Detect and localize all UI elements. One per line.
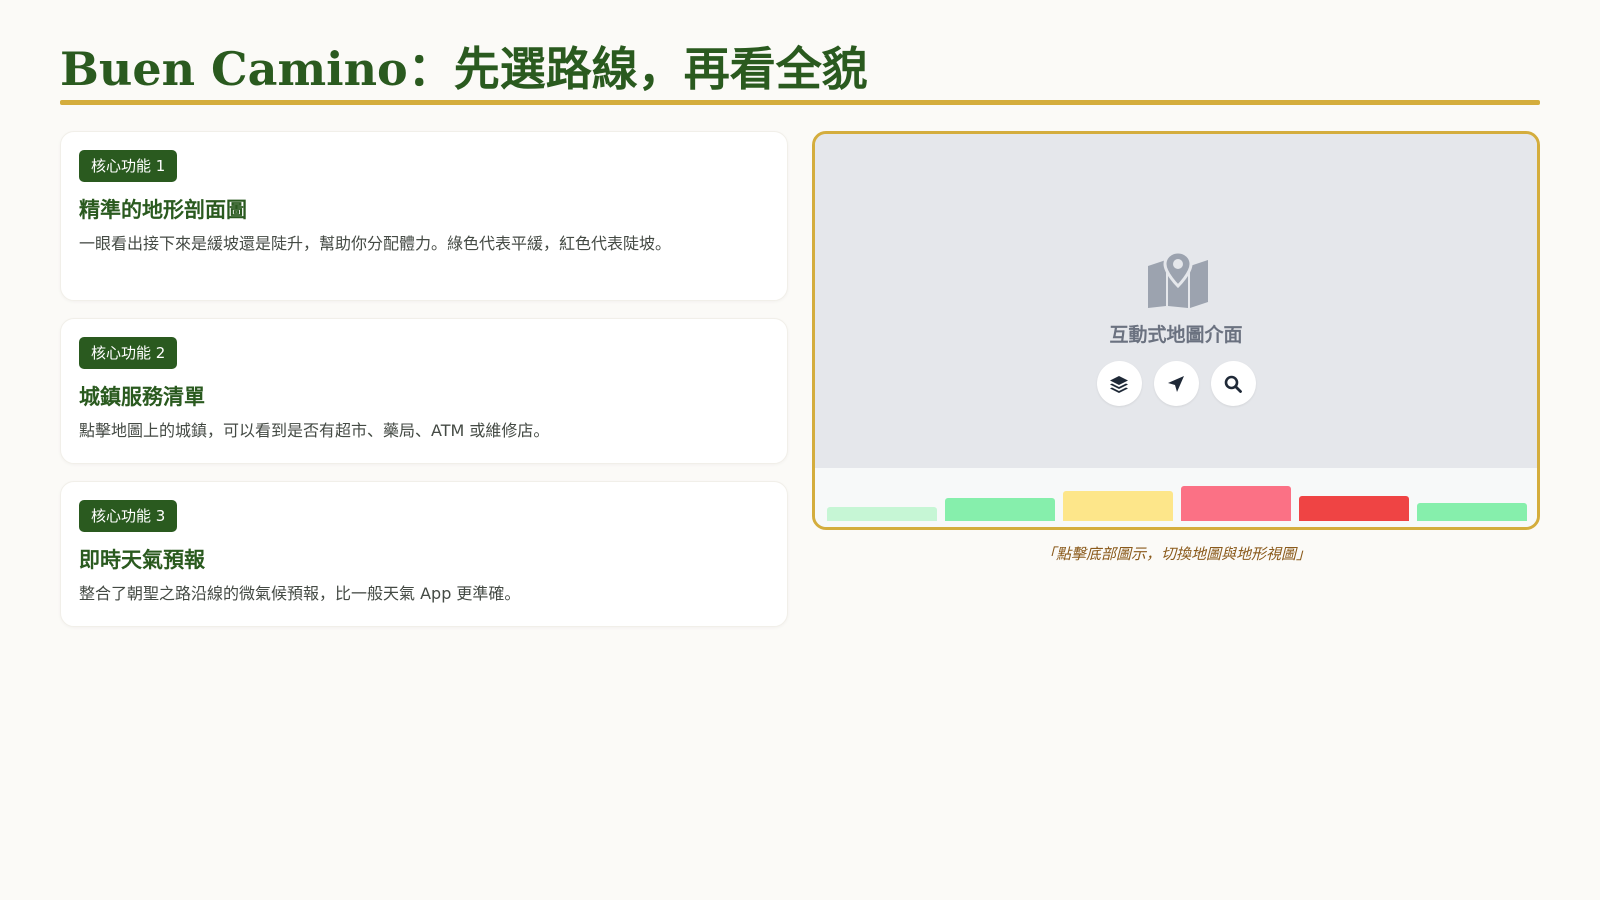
elevation-segment <box>1417 503 1527 521</box>
feature-description: 整合了朝聖之路沿線的微氣候預報，比一般天氣 App 更準確。 <box>79 584 521 603</box>
feature-badge: 核心功能 1 <box>79 150 178 182</box>
search-icon <box>1224 375 1242 393</box>
feature-description: 點擊地圖上的城鎮，可以看到是否有超市、藥局、ATM 或維修店。 <box>79 421 550 440</box>
layers-button[interactable] <box>1096 361 1142 406</box>
elevation-segment <box>1181 486 1291 521</box>
layers-icon <box>1110 375 1128 393</box>
feature-card: 核心功能 2 城鎮服務清單 點擊地圖上的城鎮，可以看到是否有超市、藥局、ATM … <box>60 318 788 464</box>
feature-title: 即時天氣預報 <box>79 548 205 572</box>
elevation-segment <box>827 507 937 521</box>
search-button[interactable] <box>1210 361 1256 406</box>
feature-badge: 核心功能 3 <box>79 500 178 532</box>
page: Buen Camino：先選路線，再看全貌 核心功能 1 精準的地形剖面圖 一眼… <box>60 40 1540 627</box>
map-label: 互動式地圖介面 <box>1109 324 1243 346</box>
elevation-profile-strip[interactable] <box>815 468 1537 527</box>
map-controls <box>815 361 1537 406</box>
feature-title: 精準的地形剖面圖 <box>79 198 247 222</box>
map-caption: 「點擊底部圖示，切換地圖與地形視圖」 <box>1040 545 1311 563</box>
locate-button[interactable] <box>1153 361 1199 406</box>
page-title: Buen Camino：先選路線，再看全貌 <box>60 42 868 96</box>
elevation-segment <box>1299 496 1409 521</box>
feature-description: 一眼看出接下來是緩坡還是陡升，幫助你分配體力。綠色代表平緩，紅色代表陡坡。 <box>79 234 672 253</box>
feature-list: 核心功能 1 精準的地形剖面圖 一眼看出接下來是緩坡還是陡升，幫助你分配體力。綠… <box>60 131 788 644</box>
map-area[interactable]: 互動式地圖介面 <box>815 134 1537 468</box>
feature-title: 城鎮服務清單 <box>79 385 205 409</box>
feature-card: 核心功能 1 精準的地形剖面圖 一眼看出接下來是緩坡還是陡升，幫助你分配體力。綠… <box>60 131 788 301</box>
elevation-segment <box>945 498 1055 521</box>
map-location-icon <box>1148 252 1208 308</box>
title-divider <box>60 100 1540 105</box>
elevation-segment <box>1063 491 1173 521</box>
feature-badge: 核心功能 2 <box>79 337 178 369</box>
map-preview-panel[interactable]: 互動式地圖介面 <box>812 131 1540 530</box>
feature-card: 核心功能 3 即時天氣預報 整合了朝聖之路沿線的微氣候預報，比一般天氣 App … <box>60 481 788 627</box>
location-arrow-icon <box>1168 375 1184 392</box>
